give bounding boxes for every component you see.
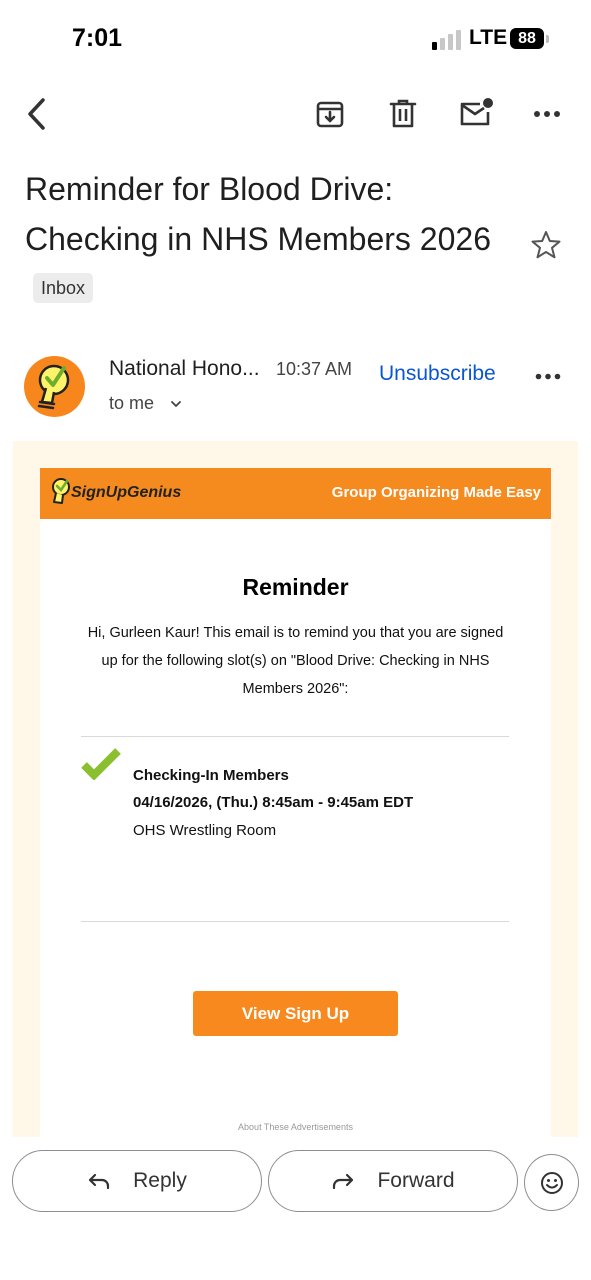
more-horizontal-icon [534, 111, 560, 117]
message-more-button[interactable] [532, 367, 564, 385]
forward-label: Forward [377, 1169, 455, 1192]
back-button[interactable] [18, 94, 54, 134]
archive-button[interactable] [312, 96, 348, 132]
recipient-toggle[interactable]: to me [109, 393, 183, 414]
star-button[interactable] [528, 228, 564, 262]
forward-arrow-icon [333, 1173, 354, 1190]
trash-icon [389, 99, 417, 128]
star-icon [531, 231, 561, 259]
mail-unread-icon [460, 98, 493, 126]
slot-name: Checking-In Members [133, 767, 289, 784]
slot-location: OHS Wrestling Room [133, 822, 277, 839]
checkmark-icon [81, 748, 121, 780]
status-time: 7:01 [72, 24, 123, 52]
recipient-text: to me [109, 393, 155, 413]
emoji-reaction-icon [540, 1171, 563, 1194]
ads-note-link[interactable]: About These Advertisements [40, 1122, 551, 1132]
brand-logo-text: SignUpGenius [71, 484, 182, 501]
unsubscribe-link[interactable]: Unsubscribe [379, 362, 496, 386]
archive-icon [316, 101, 344, 128]
reply-label: Reply [133, 1169, 187, 1192]
reminder-heading: Reminder [242, 574, 349, 600]
brand-tagline: Group Organizing Made Easy [331, 484, 541, 501]
network-type: LTE [469, 26, 508, 49]
forward-button[interactable]: Forward [268, 1150, 518, 1212]
chevron-down-icon [171, 401, 181, 408]
signupgenius-bulb-icon [52, 478, 70, 504]
inbox-label-badge[interactable]: Inbox [33, 272, 94, 303]
battery-level: 88 [510, 28, 544, 49]
back-arrow-icon [28, 98, 45, 130]
email-subject: Reminder for Blood Drive: Checking in NH… [25, 164, 495, 314]
sent-time: 10:37 AM [276, 359, 353, 379]
view-sign-up-button[interactable]: View Sign Up [193, 991, 398, 1036]
sender-name[interactable]: National Hono... [109, 357, 260, 381]
more-horizontal-icon [535, 373, 561, 379]
reply-button[interactable]: Reply [12, 1150, 262, 1212]
sender-avatar[interactable] [24, 356, 85, 417]
reply-arrow-icon [89, 1173, 110, 1190]
delete-button[interactable] [385, 96, 421, 132]
mark-unread-button[interactable] [456, 94, 496, 132]
emoji-reaction-button[interactable] [524, 1154, 579, 1211]
divider [81, 736, 509, 737]
subject-text: Reminder for Blood Drive: Checking in NH… [25, 171, 491, 257]
slot-datetime: 04/16/2026, (Thu.) 8:45am - 9:45am EDT [133, 794, 414, 811]
brand-banner: SignUpGenius Group Organizing Made Easy [40, 468, 551, 519]
lightbulb-logo-icon [37, 364, 70, 410]
reminder-message: Hi, Gurleen Kaur! This email is to remin… [87, 625, 504, 697]
battery-icon [546, 35, 549, 43]
signal-strength-icon [432, 30, 461, 50]
more-options-button[interactable] [530, 100, 564, 128]
divider [81, 921, 509, 922]
signup-card: SignUpGenius Group Organizing Made Easy … [40, 468, 551, 1137]
email-body: SignUpGenius Group Organizing Made Easy … [13, 441, 578, 1137]
